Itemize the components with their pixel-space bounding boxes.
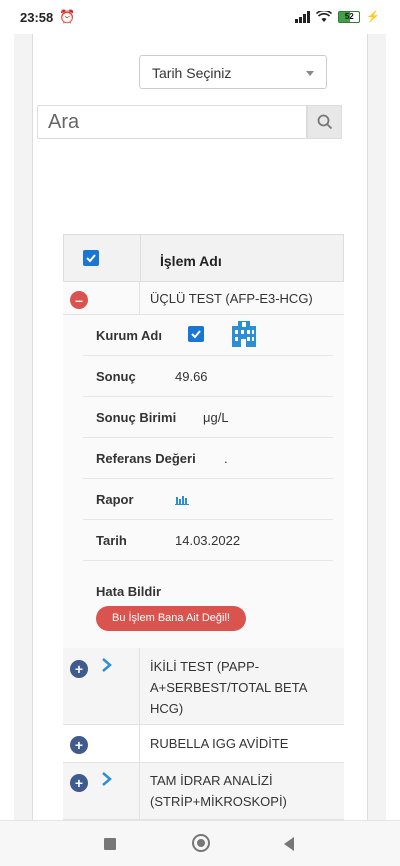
battery-icon: 52 [338, 10, 361, 23]
column-header-procedure: İşlem Adı [160, 253, 222, 269]
bar-chart-icon[interactable] [175, 493, 189, 505]
expand-button[interactable]: + [70, 774, 88, 792]
table-row[interactable]: + İKİLİ TEST (PAPP-A+SERBEST/TOTAL BETA … [63, 648, 344, 725]
error-report-label: Hata Bildir [96, 584, 162, 599]
search-icon [317, 114, 332, 130]
procedure-table: İşlem Adı – ÜÇLÜ TEST (AFP-E3-HCG) Kurum… [63, 234, 344, 820]
expand-button[interactable]: + [70, 736, 88, 754]
recent-apps-button[interactable] [104, 838, 116, 850]
procedure-name: TAM İDRAR ANALİZİ (STRİP+MİKROSKOPİ) [150, 773, 287, 809]
table-row[interactable]: + TAM İDRAR ANALİZİ (STRİP+MİKROSKOPİ) [63, 763, 344, 820]
check-icon [86, 254, 96, 263]
chevron-right-icon[interactable] [101, 772, 113, 786]
clock: 23:58 [20, 9, 54, 25]
table-row[interactable]: + RUBELLA IGG AVİDİTE [63, 725, 344, 763]
status-icons: 52 ⚡ [295, 10, 380, 23]
collapse-button[interactable]: – [70, 291, 88, 309]
search-bar [37, 105, 342, 139]
date-select-value: Tarih Seçiniz [152, 65, 232, 81]
hospital-building-icon[interactable] [229, 320, 259, 348]
result-value: 49.66 [175, 369, 208, 384]
procedure-name: RUBELLA IGG AVİDİTE [150, 736, 289, 751]
home-button[interactable] [192, 834, 210, 852]
system-nav-bar [0, 820, 400, 866]
battery-level: 52 [344, 11, 354, 21]
date-select[interactable]: Tarih Seçiniz [139, 55, 327, 89]
detail-row-date: Tarih 14.03.2022 [83, 520, 333, 561]
alarm-icon: ⏰ [59, 9, 76, 24]
expand-button[interactable]: + [70, 660, 88, 678]
institution-checkbox[interactable] [188, 326, 204, 342]
detail-row-institution: Kurum Adı [83, 315, 333, 356]
reference-value: . [224, 451, 228, 466]
wifi-icon [316, 10, 333, 22]
procedure-name: İKİLİ TEST (PAPP-A+SERBEST/TOTAL BETA HC… [150, 659, 307, 716]
date-label: Tarih [96, 533, 127, 548]
not-mine-button[interactable]: Bu İşlem Bana Ait Değil! [96, 606, 246, 631]
detail-row-report: Rapor [83, 479, 333, 520]
institution-label: Kurum Adı [96, 328, 162, 343]
unit-label: Sonuç Birimi [96, 410, 177, 425]
charging-icon: ⚡ [366, 11, 380, 23]
detail-row-unit: Sonuç Birimi μg/L [83, 397, 333, 438]
search-button[interactable] [307, 105, 342, 139]
select-all-checkbox[interactable] [83, 250, 99, 266]
procedure-name: ÜÇLÜ TEST (AFP-E3-HCG) [150, 291, 313, 306]
signal-icon [295, 10, 311, 23]
chevron-down-icon [306, 71, 314, 76]
reference-label: Referans Değeri [96, 451, 196, 466]
report-label: Rapor [96, 492, 134, 507]
check-icon [191, 330, 201, 339]
date-value: 14.03.2022 [175, 533, 241, 548]
unit-value: μg/L [203, 410, 229, 425]
table-header: İşlem Adı [63, 234, 344, 282]
table-row[interactable]: – ÜÇLÜ TEST (AFP-E3-HCG) [63, 282, 344, 315]
status-bar: 23:58 ⏰ 52 ⚡ [0, 0, 400, 34]
detail-row-reference: Referans Değeri . [83, 438, 333, 479]
detail-row-result: Sonuç 49.66 [83, 356, 333, 397]
search-input[interactable] [37, 105, 307, 139]
back-button[interactable] [284, 837, 294, 851]
result-label: Sonuç [96, 369, 136, 384]
chevron-right-icon[interactable] [101, 658, 113, 672]
